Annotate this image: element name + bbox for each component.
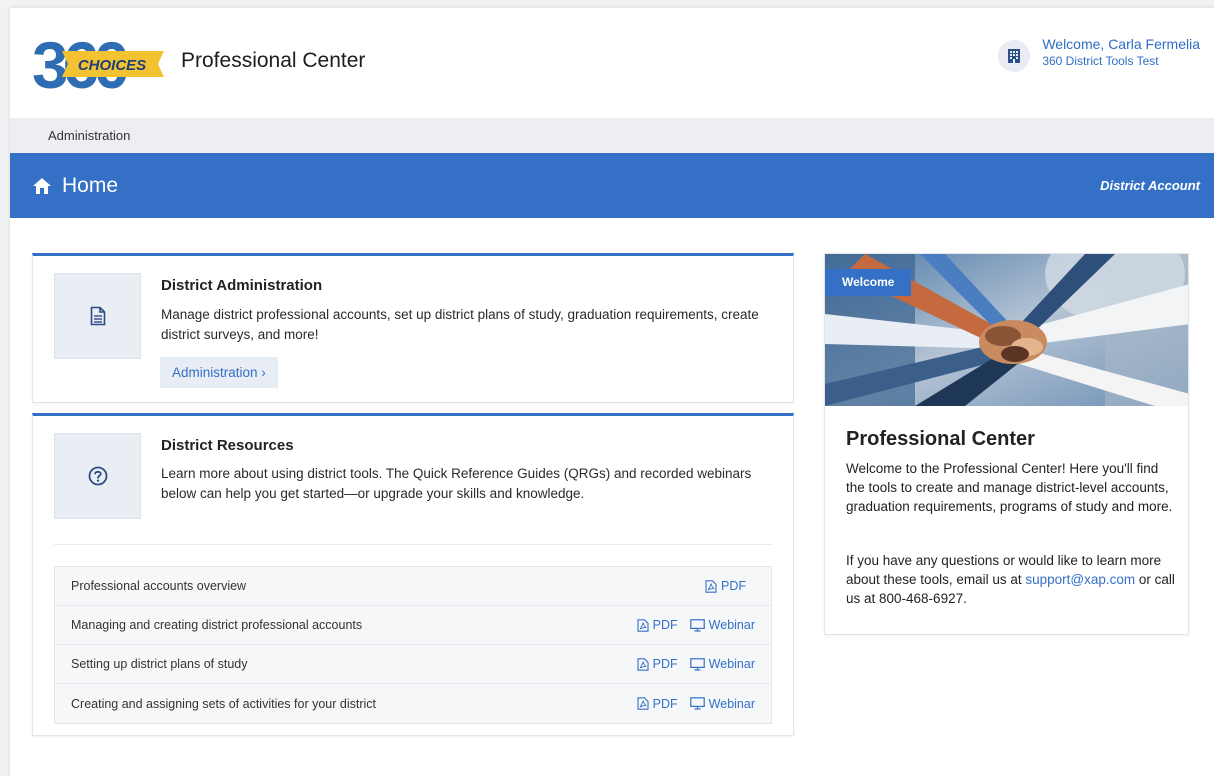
resource-row: Setting up district plans of study PDF Web… (55, 645, 771, 684)
pdf-icon (637, 618, 649, 632)
resource-row: Professional accounts overview PDF (55, 567, 771, 606)
pdf-link-label: PDF (652, 696, 678, 711)
district-administration-heading: District Administration (161, 277, 323, 294)
team-hands-photo: Welcome (825, 254, 1188, 406)
resource-links: PDF Webinar (625, 618, 755, 632)
monitor-icon (689, 618, 705, 632)
district-resources-heading: District Resources (161, 437, 294, 454)
user-menu[interactable]: Welcome, Carla Fermelia 360 District Too… (998, 36, 1200, 72)
webinar-link[interactable]: Webinar (689, 618, 755, 632)
district-resources-description: Learn more about using district tools. T… (161, 466, 752, 501)
resource-title: Creating and assigning sets of activitie… (71, 696, 376, 711)
webinar-link-label: Webinar (708, 696, 755, 711)
webinar-link-label: Webinar (708, 657, 755, 671)
resource-title: Professional accounts overview (71, 579, 247, 593)
pdf-link-label: PDF (721, 579, 746, 593)
pdf-link-label: PDF (652, 618, 678, 632)
user-district[interactable]: 360 District Tools Test (1042, 54, 1200, 69)
resource-row: Creating and assigning sets of activitie… (55, 684, 771, 723)
site-header: 360 CHOICES Professional Center Welcome,… (10, 8, 1214, 118)
sidebar-title: Professional Center (846, 428, 1035, 450)
webinar-link-label: Webinar (708, 618, 755, 632)
home-icon (33, 177, 51, 194)
app-title: Professional Center (181, 49, 366, 72)
pdf-link[interactable]: PDF (637, 697, 678, 711)
webinar-link[interactable]: Webinar (689, 696, 755, 711)
account-type-label: District Account (1100, 178, 1200, 193)
district-administration-description: Manage district professional accounts, s… (161, 307, 759, 342)
pdf-icon (705, 579, 717, 593)
document-icon (54, 273, 141, 359)
admin-nav-bar: Administration (10, 118, 1214, 153)
360-choices-logo[interactable]: 360 CHOICES (32, 28, 168, 102)
resource-title: Managing and creating district professio… (71, 618, 363, 632)
resource-links: PDF (693, 579, 746, 593)
resource-links: PDF Webinar (625, 657, 755, 671)
divider (54, 544, 772, 545)
page-title: Home (62, 173, 119, 197)
nav-item-administration[interactable]: Administration (48, 128, 130, 143)
welcome-badge: Welcome (825, 269, 912, 296)
logo-text: CHOICES (78, 57, 146, 74)
pdf-icon (637, 657, 649, 671)
district-resources-card: District Resources Learn more about usin… (32, 413, 794, 736)
webinar-link[interactable]: Webinar (689, 657, 755, 671)
pdf-link[interactable]: PDF (637, 657, 678, 671)
resource-row: Managing and creating district professio… (55, 606, 771, 645)
monitor-icon (689, 657, 705, 671)
pdf-link[interactable]: PDF (705, 579, 746, 593)
page-header-bar: Home District Account (10, 153, 1214, 218)
user-welcome[interactable]: Welcome, Carla Fermelia (1042, 36, 1200, 54)
building-icon (998, 40, 1031, 72)
district-administration-card: District Administration Manage district … (32, 253, 794, 403)
question-icon (54, 433, 141, 519)
support-email-link[interactable]: support@xap.com (1025, 572, 1135, 587)
app-frame: 360 CHOICES Professional Center Welcome,… (10, 8, 1214, 776)
pdf-link-label: PDF (652, 657, 678, 671)
sidebar-contact: If you have any questions or would like … (846, 551, 1176, 608)
administration-button[interactable]: Administration › (160, 357, 278, 388)
welcome-sidebar-card: Welcome Professional Center Welcome to t… (824, 253, 1189, 635)
resource-title: Setting up district plans of study (71, 657, 248, 671)
pdf-link[interactable]: PDF (637, 618, 678, 632)
resource-links: PDF Webinar (625, 697, 755, 711)
monitor-icon (689, 697, 705, 710)
pdf-icon (637, 697, 649, 710)
resources-table: Professional accounts overview PDF Managin… (54, 566, 772, 724)
sidebar-intro: Welcome to the Professional Center! Here… (846, 461, 1173, 515)
